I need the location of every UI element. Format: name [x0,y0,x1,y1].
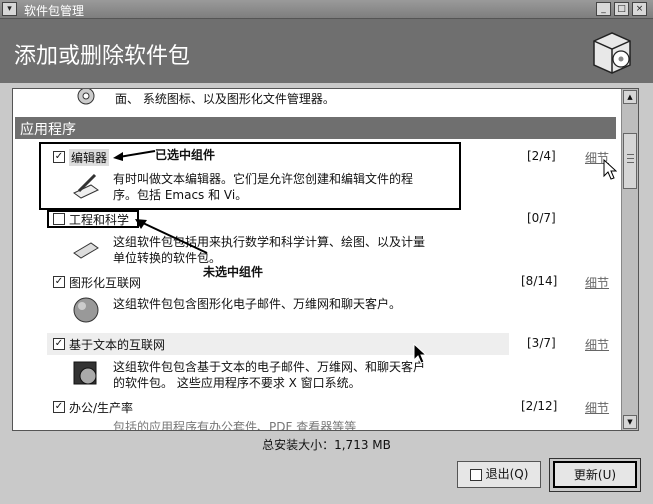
quit-button-label: 退出(Q) [485,467,529,481]
office-count: [2/12] [521,399,558,413]
update-button[interactable]: 更新(U) [553,461,637,488]
engineering-count: [0/7] [527,211,556,225]
selected-arrow-icon [113,150,156,161]
editors-count: [2/4] [527,149,556,163]
gear-icon [77,89,95,105]
text-internet-desc-line1: 这组软件包包含基于文本的电子邮件、万维网、和聊天客户 [113,360,426,374]
graphical-internet-count: [8/14] [521,274,558,288]
text-internet-detail-link[interactable]: 细节 [585,336,609,353]
maximize-button[interactable]: □ [614,2,629,16]
unselected-arrow-icon [135,219,208,254]
section-header: 应用程序 [15,117,616,139]
graphical-internet-label: 图形化互联网 [69,276,142,290]
mouse-pointer-icon [603,159,617,180]
thumb-grip [627,154,634,155]
window-menu-button[interactable]: ▾ [2,2,17,16]
selected-annotation-label: 已选中组件 [155,148,216,162]
window-title: 软件包管理 [24,4,85,18]
package-group-list: 面、 系统图标、以及图形化文件管理器。 应用程序 ✓ 编辑器 [2/4] 细节 … [12,88,639,431]
exit-icon [469,468,482,481]
close-button[interactable]: × [632,2,647,16]
globe-icon [73,297,99,323]
text-cursor-icon [413,343,427,364]
terminal-globe-icon [73,361,97,385]
scroll-up-button[interactable]: ▲ [623,90,637,104]
text-internet-checkbox[interactable]: ✓ [53,338,65,350]
selected-annotation-box [39,142,461,210]
office-detail-link[interactable]: 细节 [585,399,609,416]
header-banner: 添加或删除软件包 [0,19,653,83]
thumb-grip [627,162,634,163]
ruler-icon [73,242,99,259]
text-internet-label: 基于文本的互联网 [69,338,166,352]
unselected-annotation-box [47,210,139,228]
office-label: 办公/生产率 [69,401,134,415]
partial-group-desc: 面、 系统图标、以及图形化文件管理器。 [115,92,335,106]
unselected-annotation-label: 未选中组件 [203,265,264,279]
title-bar: ▾ 软件包管理 _ □ × [0,0,653,19]
minimize-button[interactable]: _ [596,2,611,16]
vertical-scrollbar[interactable]: ▲ ▼ [621,89,638,430]
text-internet-count: [3/7] [527,336,556,350]
page-title: 添加或删除软件包 [14,44,191,69]
thumb-grip [627,158,634,159]
graphical-internet-detail-link[interactable]: 细节 [585,274,609,291]
scroll-thumb[interactable] [623,133,637,189]
graphical-internet-desc-line1: 这组软件包包含图形化电子邮件、万维网和聊天客户。 [113,297,402,311]
quit-button[interactable]: 退出(Q) [457,461,541,488]
office-checkbox[interactable]: ✓ [53,401,65,413]
scroll-down-button[interactable]: ▼ [623,415,637,429]
graphical-internet-checkbox[interactable]: ✓ [53,276,65,288]
text-internet-desc-line2: 的软件包。 这些应用程序不要求 X 窗口系统。 [113,376,361,390]
office-desc-line1: 包括的应用程序有办公套件、PDF 查看器等等 [113,420,357,431]
total-install-size: 总安装大小：1,713 MB [262,438,391,452]
package-box-icon [593,32,631,74]
